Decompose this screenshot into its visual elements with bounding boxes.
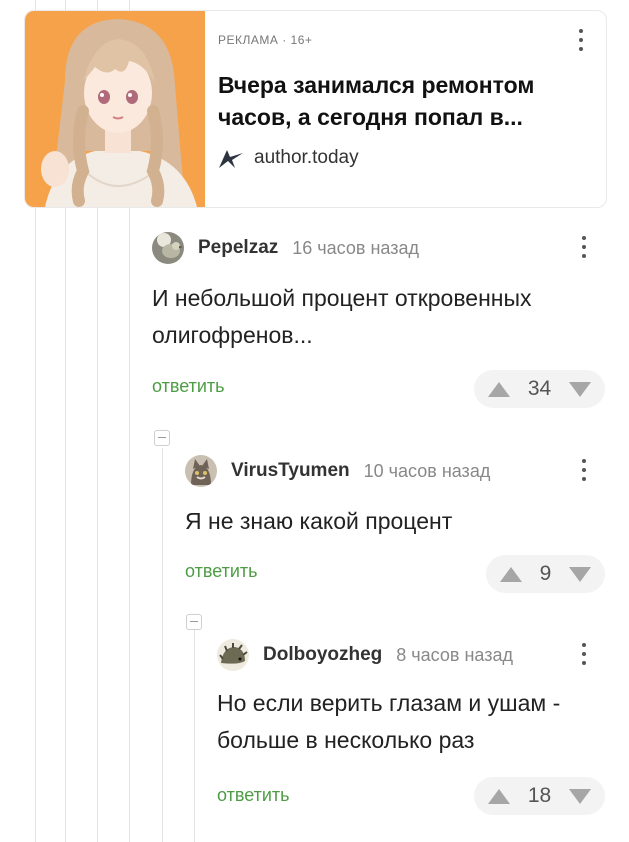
comment-author[interactable]: VirusTyumen [231,460,350,482]
upvote-icon[interactable] [488,381,510,397]
rating-control: 34 [474,370,605,408]
collapse-thread-button[interactable] [186,614,202,630]
reply-button[interactable]: ответить [152,376,225,397]
comment: Pepelzaz 16 часов назад И небольшой проц… [152,232,605,412]
comment-time[interactable]: 10 часов назад [364,461,491,482]
ad-source-link[interactable]: author.today [218,147,359,169]
comment-text: Я не знаю какой процент [185,508,453,534]
comment-text: И небольшой процент откровенных олигофре… [152,285,532,348]
ad-title[interactable]: Вчера занимался ремонтом часов, а сегодн… [218,69,578,133]
comment-time[interactable]: 16 часов назад [292,238,419,259]
comment: VirusTyumen 10 часов назад Я не знаю как… [185,455,605,595]
rating-score: 18 [527,784,552,807]
upvote-icon[interactable] [488,788,510,804]
rating-control: 18 [474,777,605,815]
comment-time[interactable]: 8 часов назад [396,645,513,666]
reply-button[interactable]: ответить [217,785,290,806]
rating-score: 9 [539,562,552,585]
cat-photo-avatar[interactable] [185,455,217,487]
comment-more-icon[interactable] [580,643,588,665]
comment-author[interactable]: Pepelzaz [198,237,278,259]
comment: Dolboyozheg 8 часов назад Но если верить… [217,639,605,819]
downvote-icon[interactable] [568,788,591,804]
ad-label: РЕКЛАМА · 16+ [218,33,313,47]
ad-source-label: author.today [254,147,359,168]
ad-card[interactable]: РЕКЛАМА · 16+ Вчера занимался ремонтом ч… [24,10,607,208]
ad-image[interactable] [25,11,205,207]
collapse-thread-button[interactable] [154,430,170,446]
author-today-logo-icon [219,150,243,168]
bird-photo-avatar[interactable] [152,232,184,264]
thread-line [162,448,163,842]
hedgehog-photo-avatar[interactable] [217,639,249,671]
reply-button[interactable]: ответить [185,561,258,582]
rating-score: 34 [527,377,552,400]
upvote-icon[interactable] [500,566,522,582]
thread-line [194,630,195,842]
downvote-icon[interactable] [568,381,591,397]
rating-control: 9 [486,555,605,593]
comment-more-icon[interactable] [580,459,588,481]
comment-text: Но если верить глазам и ушам - больше в … [217,690,561,753]
ad-more-icon[interactable] [577,29,585,51]
comment-author[interactable]: Dolboyozheg [263,644,382,666]
comment-more-icon[interactable] [580,236,588,258]
downvote-icon[interactable] [569,566,591,582]
